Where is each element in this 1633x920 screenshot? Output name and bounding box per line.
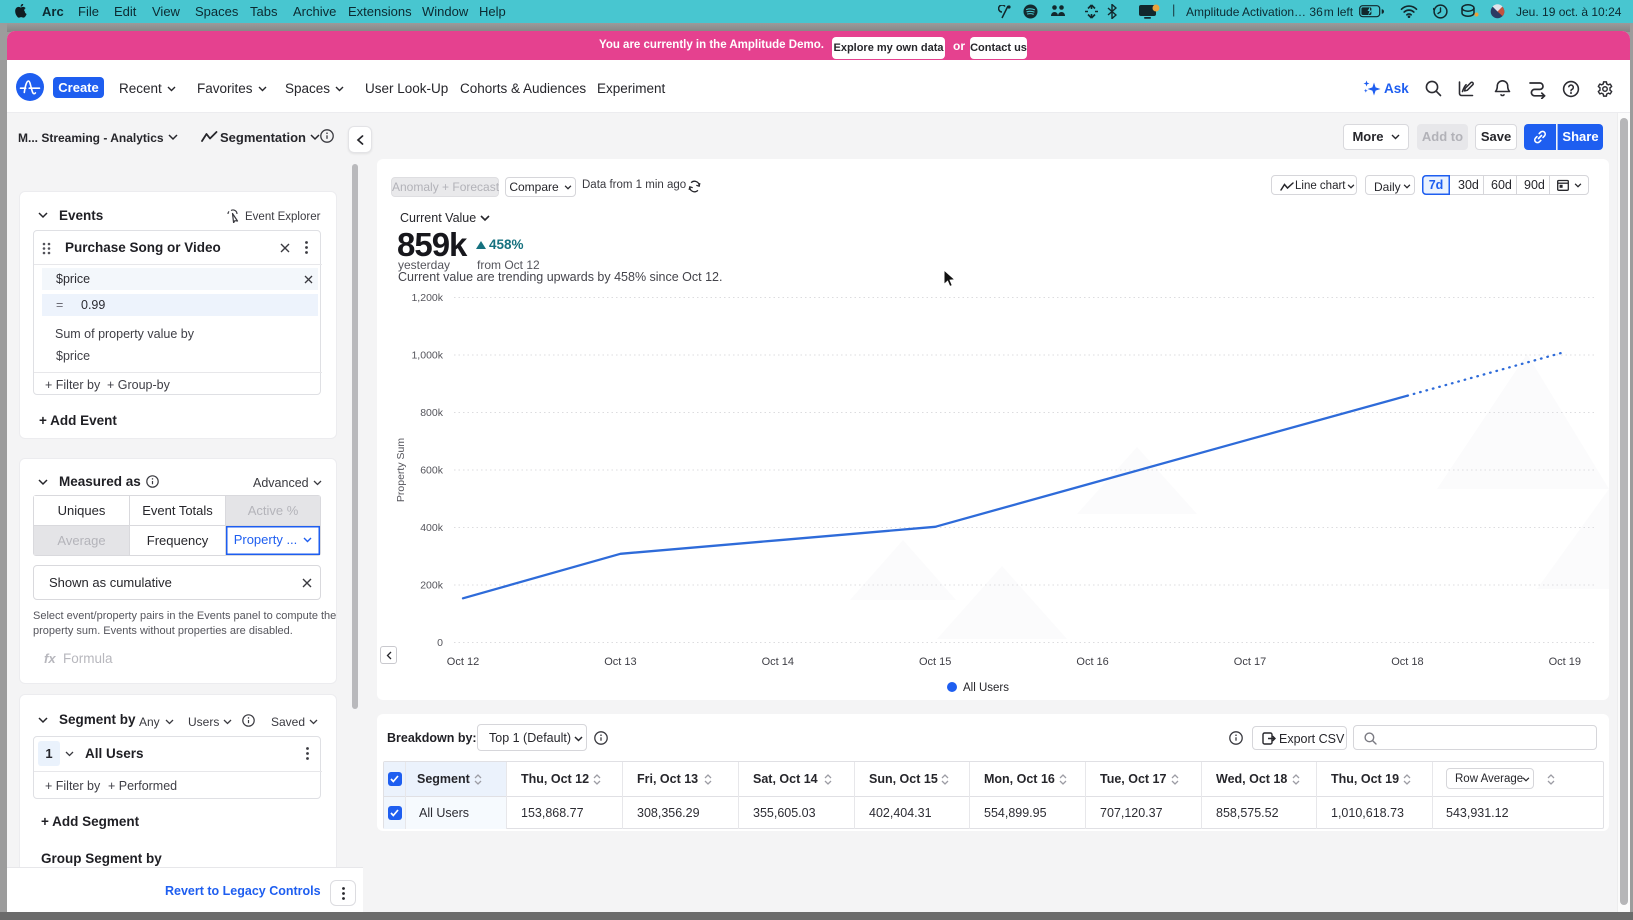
svg-text:Oct 13: Oct 13 xyxy=(604,656,636,668)
svg-text:400k: 400k xyxy=(420,522,444,534)
svg-text:600k: 600k xyxy=(420,465,444,477)
svg-text:Oct 18: Oct 18 xyxy=(1391,656,1423,668)
svg-text:Oct 12: Oct 12 xyxy=(447,656,479,668)
svg-text:Oct 16: Oct 16 xyxy=(1076,656,1108,668)
svg-text:Oct 17: Oct 17 xyxy=(1234,656,1266,668)
svg-text:1,200k: 1,200k xyxy=(411,292,443,304)
svg-text:Property Sum: Property Sum xyxy=(395,438,407,502)
svg-text:800k: 800k xyxy=(420,407,444,419)
svg-text:1,000k: 1,000k xyxy=(411,350,443,362)
svg-text:200k: 200k xyxy=(420,580,444,592)
svg-text:Oct 15: Oct 15 xyxy=(919,656,951,668)
svg-text:Oct 14: Oct 14 xyxy=(762,656,794,668)
svg-text:0: 0 xyxy=(437,637,443,649)
svg-text:Oct 19: Oct 19 xyxy=(1549,656,1581,668)
svg-text:All Users: All Users xyxy=(963,682,1009,694)
